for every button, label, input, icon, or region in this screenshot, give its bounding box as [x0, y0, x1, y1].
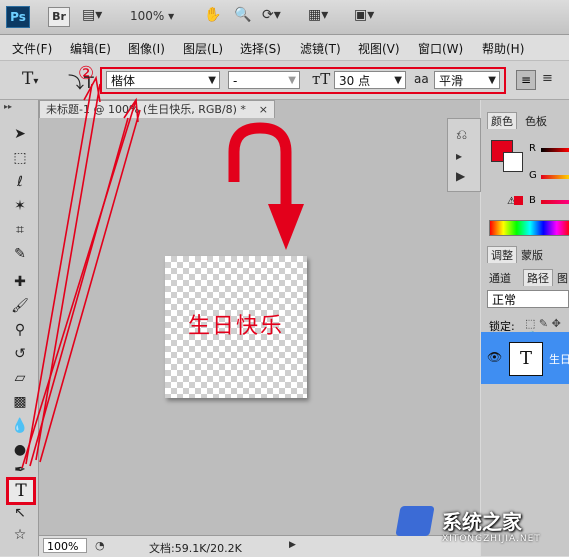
status-zoom-field[interactable]: 100%	[43, 538, 87, 553]
right-panel-dock: 颜色 色板 R G ⚠ B 调整 蒙版 通道 路径 图 正常 锁定: ⬚ ✎ ✥…	[481, 100, 569, 556]
visibility-eye-icon[interactable]: 👁	[487, 350, 502, 364]
collapsed-panel-strip: ⎌ ▸ ▶	[447, 118, 481, 192]
watermark-subtext: XITONGZHIJIA.NET	[442, 534, 541, 544]
watermark-logo	[395, 506, 435, 536]
actions-panel-icon[interactable]: ▸	[456, 149, 462, 163]
slider-g[interactable]	[541, 175, 569, 179]
slider-r[interactable]	[541, 148, 569, 152]
tab-channels[interactable]: 通道	[489, 270, 511, 286]
tab-color[interactable]: 颜色	[487, 112, 517, 129]
color-spectrum-ramp[interactable]	[489, 220, 569, 236]
tab-paths[interactable]: 路径	[523, 269, 553, 286]
channel-g-label: G	[529, 170, 537, 181]
tab-adjustments[interactable]: 调整	[487, 246, 517, 263]
history-panel-icon[interactable]: ⎌	[456, 127, 467, 143]
tool-presets-panel-icon[interactable]: ▶	[456, 169, 465, 183]
watermark: 系统之家 XITONGZHIJIA.NET	[395, 500, 569, 556]
tab-layers[interactable]: 图	[557, 270, 568, 286]
channel-b-label: B	[529, 195, 536, 206]
layer-row[interactable]: 👁 T 生日	[481, 332, 569, 384]
layer-thumbnail: T	[509, 342, 543, 376]
status-menu-arrow-icon[interactable]: ▶	[289, 540, 296, 550]
out-of-gamut-swatch[interactable]	[514, 196, 523, 205]
channel-r-label: R	[529, 143, 536, 154]
tab-masks[interactable]: 蒙版	[521, 247, 543, 263]
layer-name[interactable]: 生日	[549, 351, 569, 367]
u-turn-arrow	[228, 122, 292, 212]
background-color-swatch[interactable]	[503, 152, 523, 172]
u-turn-arrow-head	[268, 204, 304, 250]
status-icon[interactable]: ◔	[95, 539, 105, 552]
document-size-info: 文档:59.1K/20.2K	[149, 542, 242, 555]
blend-mode-select[interactable]: 正常	[487, 290, 569, 308]
tab-swatches[interactable]: 色板	[525, 113, 547, 129]
slider-b[interactable]	[541, 200, 569, 204]
pointer-arrows	[21, 75, 141, 469]
watermark-text: 系统之家	[442, 510, 522, 534]
